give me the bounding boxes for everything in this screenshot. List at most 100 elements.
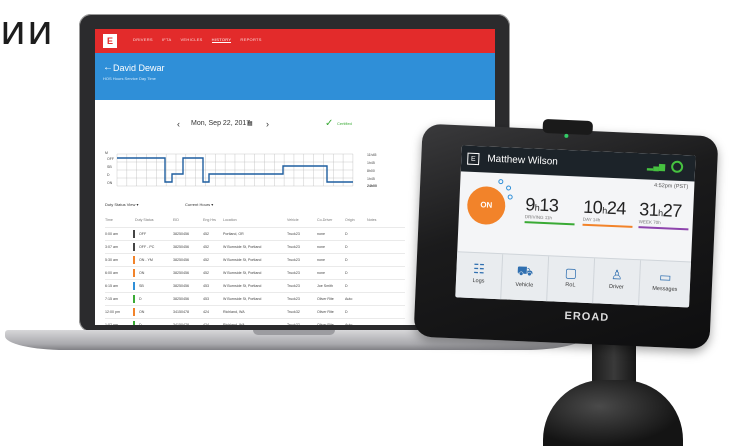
current-hours-select[interactable]: Current Hours ▾ [185, 202, 213, 207]
table-row[interactable]: 6:15 am SB 38250456 453 W Burnside St, Portl… [105, 279, 405, 292]
tab-logs[interactable]: ☷ Logs [455, 252, 504, 301]
cell-loc: Portland, OR [223, 232, 244, 236]
cell-eid: 34150478 [173, 323, 189, 325]
counter-line [638, 226, 689, 230]
tab-messages[interactable]: ▭ Messages [639, 260, 691, 307]
cell-eid: 38250456 [173, 284, 189, 288]
duty-status-on-button[interactable]: ON [466, 185, 507, 226]
cell-time: 0:00 am [105, 232, 118, 236]
cell-time: 12:00 pm [105, 310, 120, 314]
graph-row-d: D [107, 173, 110, 177]
cell-co: Oliver Rite [317, 310, 334, 314]
col-co-driver: Co-Driver [317, 218, 333, 222]
cell-time: 7:15 am [105, 297, 118, 301]
cell-eng: 452 [203, 245, 209, 249]
cell-eng: 453 [203, 297, 209, 301]
cell-eng: 452 [203, 271, 209, 275]
table-row[interactable]: 1:02 pm D 34150478 424 Richland, WA Truck32 Ol… [105, 318, 405, 325]
device-time: 4:52pm (PST) [653, 182, 689, 191]
prev-day-button[interactable]: ‹ [177, 119, 180, 129]
nav-history[interactable]: HISTORY [211, 37, 232, 43]
signal-icon: ▂▄▆ [646, 161, 666, 172]
table-row[interactable]: 0:00 am OFF 38250456 452 Portland, OR Truck23… [105, 227, 405, 240]
col-location: Location [223, 218, 237, 222]
counter-mins: 24 [606, 197, 627, 219]
cell-loc: W Burnside St, Portland [223, 284, 262, 288]
col-eid: EID [173, 218, 179, 222]
cell-status: D [139, 323, 142, 325]
cell-loc: W Burnside St, Portland [223, 245, 262, 249]
counter-hours: 31 [638, 199, 659, 220]
cell-origin: D [345, 284, 348, 288]
nav-drivers[interactable]: DRIVERS [133, 37, 153, 43]
col-eng-hrs: Eng Hrs [203, 218, 216, 222]
cell-eng: 452 [203, 232, 209, 236]
tab-vehicle[interactable]: ⛟ Vehicle [501, 254, 550, 303]
nav-vehicles[interactable]: VEHICLES [180, 37, 202, 43]
cell-veh: Truck23 [287, 258, 300, 262]
nav-reports[interactable]: REPORTS [240, 37, 261, 43]
status-dot-sb[interactable] [505, 185, 512, 191]
eroad-logo[interactable]: E [103, 34, 117, 48]
counter-mins: 13 [538, 194, 559, 216]
tab-label: Messages [652, 285, 678, 293]
cell-co: Oliver Rite [317, 323, 334, 325]
cell-origin: D [345, 310, 348, 314]
caption-fragment: ии [0, 8, 54, 54]
counter-label: DRIVING 11h [524, 214, 553, 221]
col-duty-status: Duty Status [135, 218, 154, 222]
truck-icon: ⛟ [516, 262, 534, 279]
status-dot-off[interactable] [498, 178, 504, 185]
device-top-clip [542, 118, 594, 136]
cell-origin: D [345, 258, 348, 262]
cell-loc: Richland, WA [223, 323, 245, 325]
cell-origin: D [345, 245, 348, 249]
table-row[interactable]: 12:00 pm ON 34150478 424 Richland, WA Truck32… [105, 305, 405, 318]
status-dot-d[interactable] [507, 194, 513, 200]
log-grid: M OFF SB D ON [105, 151, 354, 187]
cell-co: none [317, 245, 325, 249]
cell-co: Oliver Rite [317, 297, 334, 301]
status-color-bar [133, 295, 135, 303]
cell-eid: 38250456 [173, 232, 189, 236]
gps-icon [670, 160, 684, 174]
tab-label: Logs [472, 277, 485, 285]
counter-hours: 10 [582, 196, 603, 218]
table-row[interactable]: 7:15 am D 38250456 453 W Burnside St, Portla… [105, 292, 405, 305]
graph-total-sb: 1h45 [367, 161, 375, 165]
tab-rol[interactable]: ▢ RoL [547, 256, 596, 305]
cell-eid: 38250456 [173, 258, 189, 262]
tab-driver[interactable]: ♙ Driver [593, 258, 642, 307]
table-row[interactable]: 5:30 am ON - YM 38250456 452 W Burnside St, … [105, 253, 405, 266]
graph-row-sb: SB [107, 165, 112, 169]
back-arrow-icon[interactable]: ← [103, 62, 113, 73]
cell-loc: W Burnside St, Portland [223, 297, 262, 301]
cell-co: none [317, 258, 325, 262]
col-notes: Notes [367, 218, 377, 222]
cell-co: none [317, 271, 325, 275]
eroad-brand: EROAD [564, 310, 610, 324]
laptop-notch [253, 330, 335, 335]
graph-row-off: OFF [107, 157, 114, 161]
cell-eid: 38250456 [173, 297, 189, 301]
graph-total-off: 11h45 [367, 153, 377, 157]
table-row[interactable]: 3:07 am OFF - PC 38250456 452 W Burnside St,… [105, 240, 405, 253]
app-top-bar: E DRIVERS IFTA VEHICLES HISTORY REPORTS [95, 29, 495, 53]
graph-total-on: 1h45 [367, 177, 375, 181]
device-mount-base [543, 380, 683, 446]
chat-icon: ▭ [658, 269, 672, 285]
person-icon: ♙ [610, 267, 624, 283]
duty-status-graph: M OFF SB D ON 11h45 1h45 8h00 1h45 24h00 [105, 144, 385, 189]
driver-name: David Dewar [113, 63, 165, 73]
cell-loc: W Burnside St, Portland [223, 258, 262, 262]
device-screen: E Matthew Wilson ▂▄▆ 4:52pm (PST) ON 9h1… [455, 145, 696, 308]
graph-total-day: 24h00 [367, 184, 377, 188]
table-row[interactable]: 6:00 am ON 38250456 452 W Burnside St, Portl… [105, 266, 405, 279]
calendar-icon[interactable]: ▦ [247, 120, 253, 127]
cell-co: none [317, 232, 325, 236]
cell-time: 3:07 am [105, 245, 118, 249]
nav-ifta[interactable]: IFTA [162, 37, 172, 43]
chevron-down-icon: ▾ [211, 202, 214, 207]
next-day-button[interactable]: › [266, 119, 269, 129]
duty-status-view-select[interactable]: Duty Status View ▾ [105, 202, 139, 207]
